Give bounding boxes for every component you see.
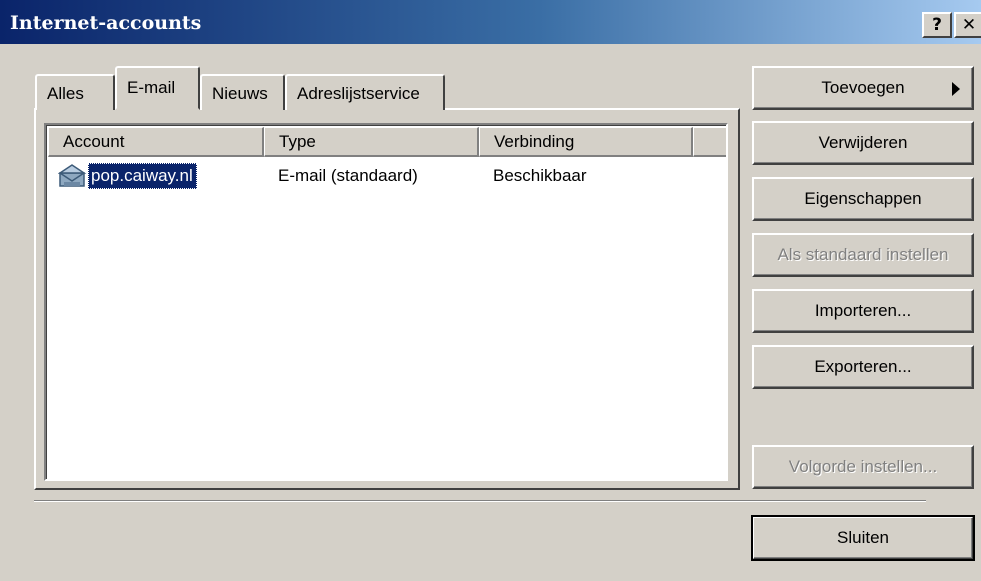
set-default-button[interactable]: Als standaard instellen <box>752 233 974 277</box>
mail-account-icon <box>58 164 87 187</box>
tab-alles[interactable]: Alles <box>35 74 115 110</box>
table-row[interactable]: pop.caiway.nl E-mail (standaard) Beschik… <box>48 159 726 193</box>
close-window-button[interactable]: ✕ <box>954 12 981 38</box>
help-button[interactable]: ? <box>922 12 952 38</box>
help-icon: ? <box>932 15 942 35</box>
account-connection-cell: Beschikbaar <box>493 166 587 185</box>
column-header-verbinding[interactable]: Verbinding <box>479 127 693 157</box>
remove-button[interactable]: Verwijderen <box>752 121 974 165</box>
account-name-cell[interactable]: pop.caiway.nl <box>88 163 197 189</box>
tab-adreslijstservice[interactable]: Adreslijstservice <box>285 74 445 110</box>
column-header-type[interactable]: Type <box>264 127 479 157</box>
arrow-right-icon <box>952 82 960 96</box>
add-button-label: Toevoegen <box>821 78 905 97</box>
export-button[interactable]: Exporteren... <box>752 345 974 389</box>
accounts-list[interactable]: Account Type Verbinding pop.caiway.nl E-… <box>44 123 728 481</box>
set-order-button[interactable]: Volgorde instellen... <box>752 445 974 489</box>
separator <box>34 500 926 502</box>
title-bar[interactable]: Internet-accounts ? ✕ <box>0 0 981 44</box>
close-icon: ✕ <box>961 15 977 35</box>
column-header-account[interactable]: Account <box>48 127 264 157</box>
account-type-cell: E-mail (standaard) <box>278 166 418 185</box>
list-header: Account Type Verbinding <box>48 127 726 157</box>
window-title: Internet-accounts <box>10 12 202 34</box>
tab-nieuws[interactable]: Nieuws <box>200 74 285 110</box>
add-button[interactable]: Toevoegen <box>752 66 974 110</box>
tab-email[interactable]: E-mail <box>115 66 200 110</box>
import-button[interactable]: Importeren... <box>752 289 974 333</box>
column-header-filler <box>693 127 726 157</box>
properties-button[interactable]: Eigenschappen <box>752 177 974 221</box>
close-button[interactable]: Sluiten <box>751 515 975 561</box>
